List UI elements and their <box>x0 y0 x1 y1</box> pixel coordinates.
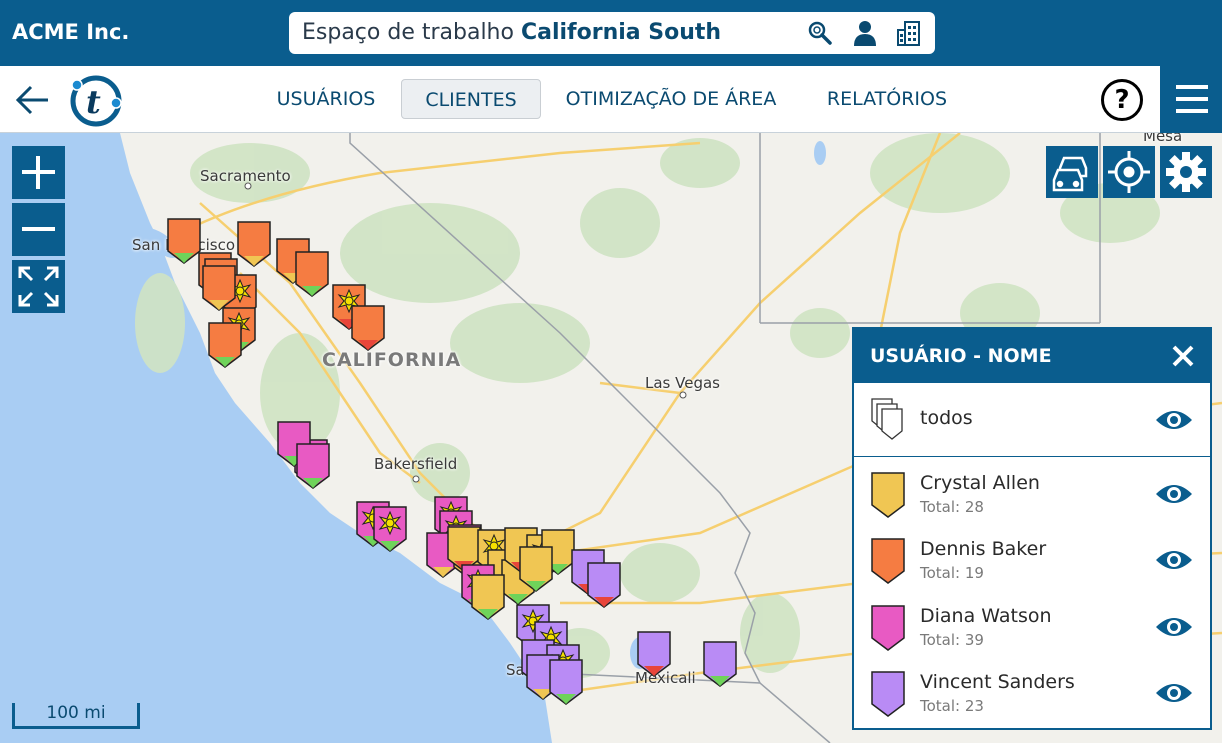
tab-relatorios[interactable]: RELATÓRIOS <box>812 79 962 119</box>
user-pin-icon <box>871 538 905 584</box>
tab-usuarios[interactable]: USUÁRIOS <box>266 79 386 119</box>
workspace-prefix: Espaço de trabalho <box>302 20 514 45</box>
customer-pin[interactable] <box>372 505 408 553</box>
plus-icon <box>22 156 55 189</box>
customer-pin[interactable] <box>207 321 243 369</box>
legend-row-user[interactable]: Diana Watson Total: 39 <box>854 592 1210 658</box>
customer-pin[interactable] <box>201 264 237 312</box>
legend-all-label: todos <box>920 407 973 429</box>
gear-icon <box>1166 152 1206 192</box>
stacked-pins-icon <box>871 398 903 440</box>
customer-pin[interactable] <box>350 304 386 352</box>
settings-button[interactable] <box>1160 146 1212 198</box>
workspace-label: Espaço de trabalho California South <box>302 20 721 45</box>
legend-row-user[interactable]: Vincent Sanders Total: 23 <box>854 658 1210 724</box>
traffic-button[interactable] <box>1046 146 1098 198</box>
customer-pin[interactable] <box>586 561 622 609</box>
eye-icon[interactable] <box>1154 407 1194 433</box>
panel-header: USUÁRIO - NOME <box>854 329 1210 383</box>
back-arrow-icon[interactable] <box>14 84 50 116</box>
map-scale-bar: 100 mi <box>12 703 140 729</box>
customer-pin[interactable] <box>294 250 330 298</box>
traffic-cars-icon <box>1052 156 1088 192</box>
brand-name: ACME Inc. <box>12 20 130 44</box>
menu-line <box>1176 97 1208 101</box>
user-total: Total: 28 <box>920 498 984 516</box>
legend-row-all[interactable]: todos <box>854 383 1210 457</box>
map-label-mesa: Mesa <box>1143 133 1183 145</box>
legend-row-user[interactable]: Dennis Baker Total: 19 <box>854 525 1210 591</box>
tab-otimizacao-de-area[interactable]: OTIMIZAÇÃO DE ÁREA <box>556 79 786 119</box>
menu-line <box>1176 85 1208 89</box>
zoom-out-button[interactable] <box>12 203 65 256</box>
customer-pin[interactable] <box>236 220 272 268</box>
user-name: Vincent Sanders <box>920 671 1075 693</box>
svg-text:t: t <box>86 83 101 121</box>
map-label-bakersfield: Bakersfield <box>374 455 458 473</box>
user-total: Total: 19 <box>920 564 984 582</box>
locate-button[interactable] <box>1103 146 1155 198</box>
hamburger-menu-button[interactable] <box>1160 66 1222 133</box>
user-name: Crystal Allen <box>920 472 1040 494</box>
eye-icon[interactable] <box>1154 547 1194 573</box>
customer-pin[interactable] <box>636 630 672 678</box>
app-logo-icon: t <box>70 75 122 127</box>
user-legend-panel: USUÁRIO - NOME todos Crystal Allen Total:… <box>852 327 1212 730</box>
panel-title: USUÁRIO - NOME <box>870 345 1052 367</box>
legend-row-user[interactable]: Crystal Allen Total: 28 <box>854 459 1210 525</box>
fullscreen-button[interactable] <box>12 260 65 313</box>
map-label-california: CALIFORNIA <box>322 349 462 371</box>
tab-clientes[interactable]: CLIENTES <box>401 79 541 119</box>
search-icon[interactable] <box>807 20 833 46</box>
top-bar: ACME Inc. Espaço de trabalho California … <box>0 0 1222 66</box>
eye-icon[interactable] <box>1154 680 1194 706</box>
help-button[interactable]: ? <box>1101 79 1143 121</box>
workspace-name: California South <box>520 20 722 45</box>
minus-icon <box>22 227 55 231</box>
user-pin-icon <box>871 671 905 717</box>
expand-icon <box>18 266 59 307</box>
customer-pin[interactable] <box>518 545 554 593</box>
map-label-sacramento: Sacramento <box>200 167 291 185</box>
user-icon[interactable] <box>852 20 878 46</box>
building-icon[interactable] <box>896 20 922 46</box>
menu-line <box>1176 109 1208 113</box>
map-label-las-vegas: Las Vegas <box>645 374 720 392</box>
customer-pin[interactable] <box>702 640 738 688</box>
workspace-selector[interactable]: Espaço de trabalho California South <box>289 12 935 54</box>
eye-icon[interactable] <box>1154 481 1194 507</box>
user-total: Total: 23 <box>920 697 984 715</box>
scale-label: 100 mi <box>46 703 106 723</box>
customer-pin[interactable] <box>548 658 584 706</box>
nav-bar: t USUÁRIOS CLIENTES OTIMIZAÇÃO DE ÁREA R… <box>0 66 1222 133</box>
user-name: Diana Watson <box>920 605 1052 627</box>
customer-pin[interactable] <box>470 573 506 621</box>
crosshair-icon <box>1108 151 1150 193</box>
close-icon[interactable] <box>1170 343 1196 369</box>
customer-pin[interactable] <box>295 442 331 490</box>
user-total: Total: 39 <box>920 631 984 649</box>
user-pin-icon <box>871 472 905 518</box>
user-pin-icon <box>871 605 905 651</box>
zoom-in-button[interactable] <box>12 146 65 199</box>
eye-icon[interactable] <box>1154 614 1194 640</box>
user-name: Dennis Baker <box>920 538 1047 560</box>
